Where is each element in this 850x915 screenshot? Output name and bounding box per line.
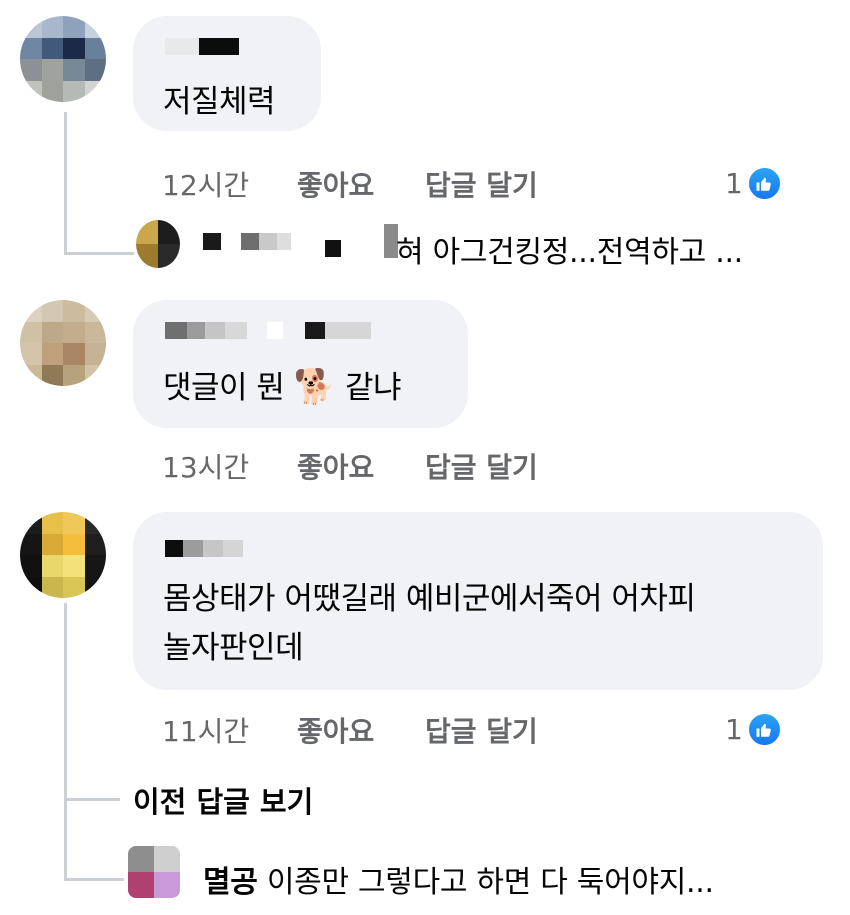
view-previous-replies[interactable]: 이전 답글 보기 (133, 779, 313, 821)
reply-button[interactable]: 답글 달기 (425, 710, 538, 750)
reply-name-suffix: 혀 (396, 235, 424, 270)
like-button[interactable]: 좋아요 (297, 164, 374, 204)
thread-line (64, 252, 134, 255)
like-icon (746, 166, 782, 201)
reply-preview-text[interactable]: 멸공 이종만 그렇다고 하면 다 둑어야지... (203, 857, 714, 901)
reply-avatar[interactable] (136, 220, 180, 268)
avatar[interactable] (20, 16, 106, 102)
reply-name-blurred[interactable] (203, 233, 291, 250)
commenter-name-blurred[interactable] (165, 322, 371, 339)
reaction-count: 1 (725, 167, 743, 200)
reply-text: 이종만 그렇다고 하면 다 둑어야지... (266, 865, 714, 900)
timestamp[interactable]: 12시간 (162, 164, 249, 204)
commenter-name-blurred[interactable] (165, 38, 239, 55)
timestamp[interactable]: 13시간 (162, 446, 249, 486)
reply-avatar[interactable] (128, 846, 180, 898)
comment-text: 댓글이 뭔 🐕 같냐 (163, 365, 402, 410)
reply-button[interactable]: 답글 달기 (425, 446, 538, 486)
avatar[interactable] (20, 300, 106, 386)
like-icon (746, 712, 782, 747)
reaction-count: 1 (725, 713, 743, 746)
comment-thread: 저질체력 12시간 좋아요 답글 달기 1 혀 아그건킹정...전역하고 ... (0, 0, 850, 915)
thread-line (64, 798, 120, 801)
reply-author-name[interactable]: 멸공 (203, 865, 258, 900)
thread-line (64, 112, 67, 254)
reply-preview-text[interactable]: 혀 아그건킹정...전역하고 ... (396, 227, 743, 271)
thread-line (64, 603, 67, 880)
commenter-name-blurred[interactable] (165, 540, 243, 557)
timestamp[interactable]: 11시간 (162, 710, 249, 750)
reply-name-blurred[interactable] (325, 240, 341, 257)
like-button[interactable]: 좋아요 (297, 710, 374, 750)
dog-emoji: 🐕 (293, 367, 336, 407)
avatar[interactable] (20, 512, 106, 598)
reply-button[interactable]: 답글 달기 (425, 164, 538, 204)
thread-line (64, 878, 124, 881)
reply-text: 아그건킹정...전역하고 ... (432, 235, 744, 270)
reaction-summary[interactable]: 1 (725, 166, 782, 201)
comment-text: 저질체력 (163, 84, 276, 120)
like-button[interactable]: 좋아요 (297, 446, 374, 486)
comment-text-line: 놀자판인데 (163, 630, 304, 666)
comment-text-part: 댓글이 뭔 (163, 370, 285, 406)
comment-text-line: 몸상태가 어땠길래 예비군에서죽어 어차피 (163, 581, 696, 617)
comment-text-part: 같냐 (345, 370, 402, 406)
reaction-summary[interactable]: 1 (725, 712, 782, 747)
